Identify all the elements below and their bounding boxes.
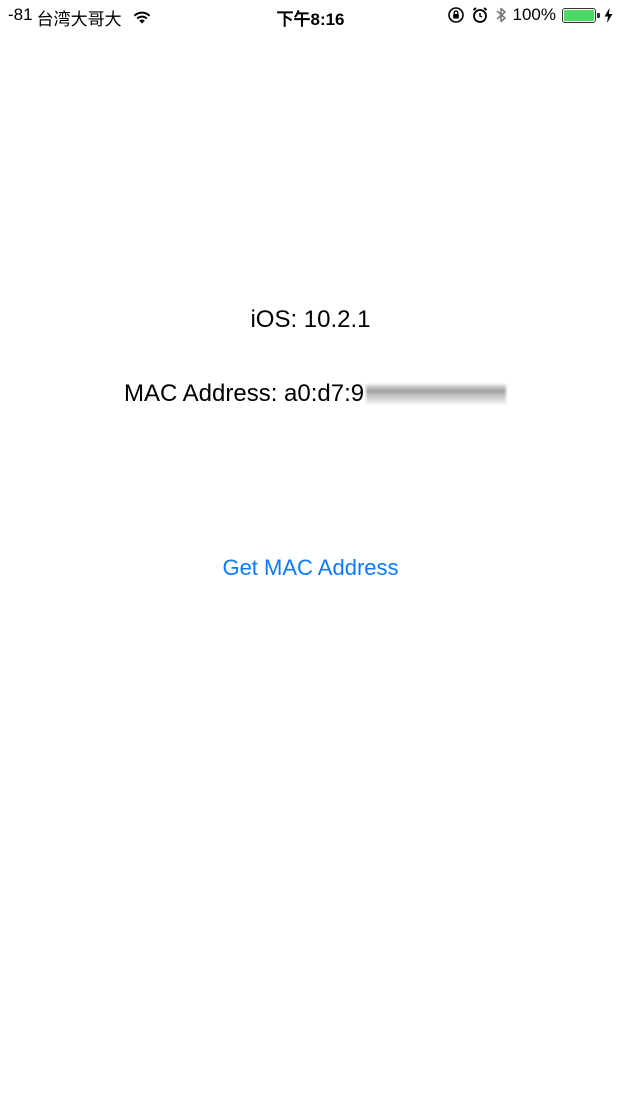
mac-address-row: MAC Address: a0:d7:9 [124,380,507,408]
ios-version-label: iOS: 10.2.1 [250,306,371,333]
alarm-icon [471,6,489,24]
battery-fill [564,9,594,21]
get-mac-address-button[interactable]: Get MAC Address [0,555,621,581]
bluetooth-icon [495,6,507,24]
charging-icon [604,7,613,23]
battery-icon [562,7,600,23]
battery-percent: 100% [512,5,556,24]
status-bar: -81 台湾大哥大 下午8:16 100% [0,0,621,32]
mac-address-label: MAC Address: a0:d7:9 [124,380,365,407]
orientation-lock-icon [447,6,465,24]
redacted-mac-suffix [366,384,507,404]
status-right: 100% [447,5,613,25]
